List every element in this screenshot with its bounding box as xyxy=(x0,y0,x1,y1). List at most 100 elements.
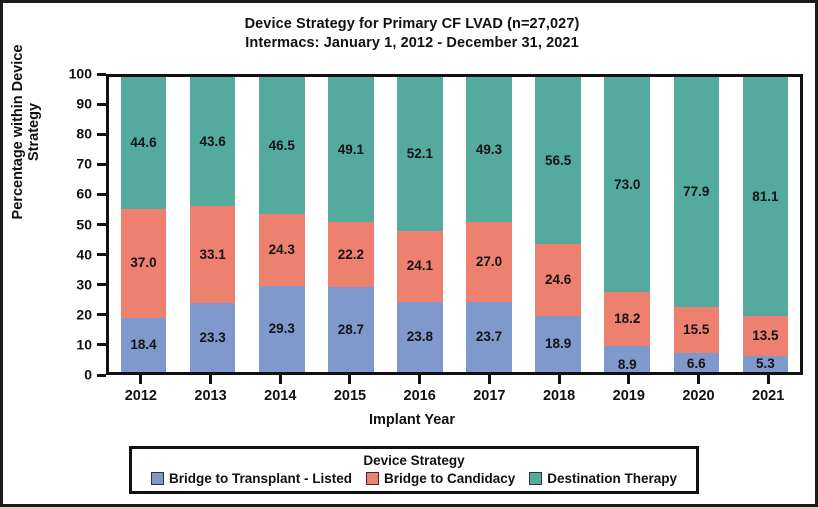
bar-value-label: 52.1 xyxy=(406,146,434,162)
x-tick: 2020 xyxy=(664,375,734,409)
y-tick-label: 100 xyxy=(68,65,92,82)
stacked-bar[interactable]: 44.6 37.0 18.4 xyxy=(120,77,167,372)
bar-segment[interactable]: 15.5 xyxy=(673,306,720,353)
bar-segment[interactable]: 37.0 xyxy=(120,208,167,318)
bar-segment[interactable]: 81.1 xyxy=(742,77,789,317)
stacked-bar[interactable]: 46.5 24.3 29.3 xyxy=(258,77,305,373)
bar-slot: 52.1 24.1 23.8 xyxy=(385,77,454,372)
bar-segment[interactable]: 52.1 xyxy=(397,77,443,231)
bar-value-label: 24.6 xyxy=(544,272,572,288)
bar-segment[interactable]: 23.8 xyxy=(397,301,443,372)
bar-segment[interactable]: 24.6 xyxy=(535,243,581,317)
bar-value-label: 43.6 xyxy=(199,133,226,149)
bar-segment[interactable]: 44.6 xyxy=(120,77,167,209)
bar-slot: 56.5 24.6 18.9 xyxy=(524,77,593,372)
bar-segment[interactable]: 29.3 xyxy=(258,285,305,373)
bar-slot: 46.5 24.3 29.3 xyxy=(247,77,316,373)
bar-segment[interactable]: 8.9 xyxy=(604,346,650,373)
stacked-bar[interactable]: 49.1 22.2 28.7 xyxy=(328,77,374,372)
y-tick-mark xyxy=(97,72,106,76)
bar-segment[interactable]: 23.7 xyxy=(466,302,512,372)
bar-segment[interactable]: 56.5 xyxy=(535,77,581,244)
x-tick-label: 2016 xyxy=(403,388,436,404)
bar-value-label: 22.2 xyxy=(337,246,364,262)
x-tick: 2018 xyxy=(524,375,594,409)
bar-segment[interactable]: 5.3 xyxy=(742,356,789,372)
y-tick-label: 70 xyxy=(76,155,92,172)
bar-value-label: 23.3 xyxy=(199,329,226,345)
x-tick-mark xyxy=(348,375,352,384)
bar-segment[interactable]: 24.1 xyxy=(397,230,443,302)
bar-value-label: 29.3 xyxy=(268,321,295,337)
x-tick-label: 2012 xyxy=(124,388,157,404)
bar-segment[interactable]: 43.6 xyxy=(189,77,236,206)
bar-segment[interactable]: 6.6 xyxy=(673,352,720,372)
x-tick-mark xyxy=(487,375,491,384)
x-tick-label: 2013 xyxy=(194,388,227,404)
x-axis-ticks: 2012 2013 2014 2015 2016 2017 2018 2019 2020 2021 xyxy=(106,375,803,409)
stacked-bar[interactable]: 77.9 15.5 6.6 xyxy=(673,77,720,372)
legend-item[interactable]: Bridge to Transplant - Listed xyxy=(150,471,352,486)
bar-segment[interactable]: 46.5 xyxy=(258,77,305,215)
chart-title-block: Device Strategy for Primary CF LVAD (n=2… xyxy=(3,15,818,53)
y-tick-mark xyxy=(97,102,106,106)
x-tick-mark xyxy=(209,375,213,384)
stacked-bar[interactable]: 43.6 33.1 23.3 xyxy=(189,77,236,372)
bar-segment[interactable]: 27.0 xyxy=(466,222,512,303)
bar-slot: 81.1 13.5 5.3 xyxy=(731,77,800,372)
bars-container: 44.6 37.0 18.4 43.6 33.1 23.3 46.5 24.3 29.3 49.1… xyxy=(109,77,800,373)
bar-segment[interactable]: 18.9 xyxy=(535,316,581,372)
bar-segment[interactable]: 13.5 xyxy=(742,316,789,357)
y-tick-mark xyxy=(97,313,106,317)
bar-segment[interactable]: 73.0 xyxy=(604,77,650,293)
stacked-bar[interactable]: 49.3 27.0 23.7 xyxy=(466,77,512,372)
bar-segment[interactable]: 23.3 xyxy=(189,303,236,372)
x-axis-title: Implant Year xyxy=(369,412,455,428)
y-tick-mark xyxy=(97,373,106,377)
bar-segment[interactable]: 49.1 xyxy=(328,77,374,222)
x-tick-mark xyxy=(278,375,282,384)
bar-segment[interactable]: 28.7 xyxy=(328,287,374,372)
bar-segment[interactable]: 77.9 xyxy=(673,77,720,307)
legend-swatch xyxy=(365,472,379,485)
bar-segment[interactable]: 18.2 xyxy=(604,292,650,347)
bar-segment[interactable]: 49.3 xyxy=(466,77,512,223)
bar-segment[interactable]: 22.2 xyxy=(328,221,374,288)
x-tick: 2021 xyxy=(733,375,803,409)
y-tick-mark xyxy=(97,132,106,136)
legend-items: Bridge to Transplant - Listed Bridge to C… xyxy=(138,471,690,486)
x-tick: 2013 xyxy=(176,375,246,409)
x-tick-mark xyxy=(627,375,631,384)
stacked-bar[interactable]: 56.5 24.6 18.9 xyxy=(535,77,581,372)
y-tick-label: 40 xyxy=(76,246,92,263)
y-tick-label: 90 xyxy=(76,95,92,112)
stacked-bar[interactable]: 52.1 24.1 23.8 xyxy=(397,77,443,372)
bar-value-label: 49.3 xyxy=(475,141,503,157)
bar-value-label: 13.5 xyxy=(752,328,779,344)
x-tick-mark xyxy=(696,375,700,384)
legend-swatch xyxy=(529,472,543,485)
y-tick-mark xyxy=(97,343,106,347)
bar-slot: 49.1 22.2 28.7 xyxy=(316,77,385,372)
x-tick: 2014 xyxy=(245,375,315,409)
y-tick-label: 0 xyxy=(84,366,92,383)
stacked-bar[interactable]: 73.0 18.2 8.9 xyxy=(604,77,650,373)
legend-item[interactable]: Bridge to Candidacy xyxy=(365,471,515,486)
legend-item[interactable]: Destination Therapy xyxy=(529,471,677,486)
bar-value-label: 23.8 xyxy=(406,329,434,345)
stacked-bar[interactable]: 81.1 13.5 5.3 xyxy=(742,77,789,372)
y-tick-label: 10 xyxy=(76,336,92,353)
x-tick: 2016 xyxy=(385,375,455,409)
legend-title: Device Strategy xyxy=(363,453,465,468)
bar-value-label: 24.3 xyxy=(268,242,295,258)
x-tick-mark xyxy=(139,375,143,384)
bar-value-label: 6.6 xyxy=(686,356,706,372)
y-tick-label: 50 xyxy=(76,216,92,232)
chart-subtitle: Intermacs: January 1, 2012 - December 31… xyxy=(245,35,579,51)
bar-value-label: 8.9 xyxy=(617,356,637,372)
bar-segment[interactable]: 33.1 xyxy=(189,205,236,304)
bar-segment[interactable]: 24.3 xyxy=(258,214,305,286)
bar-segment[interactable]: 18.4 xyxy=(120,317,167,372)
x-tick: 2019 xyxy=(594,375,664,409)
bar-value-label: 33.1 xyxy=(199,246,226,262)
